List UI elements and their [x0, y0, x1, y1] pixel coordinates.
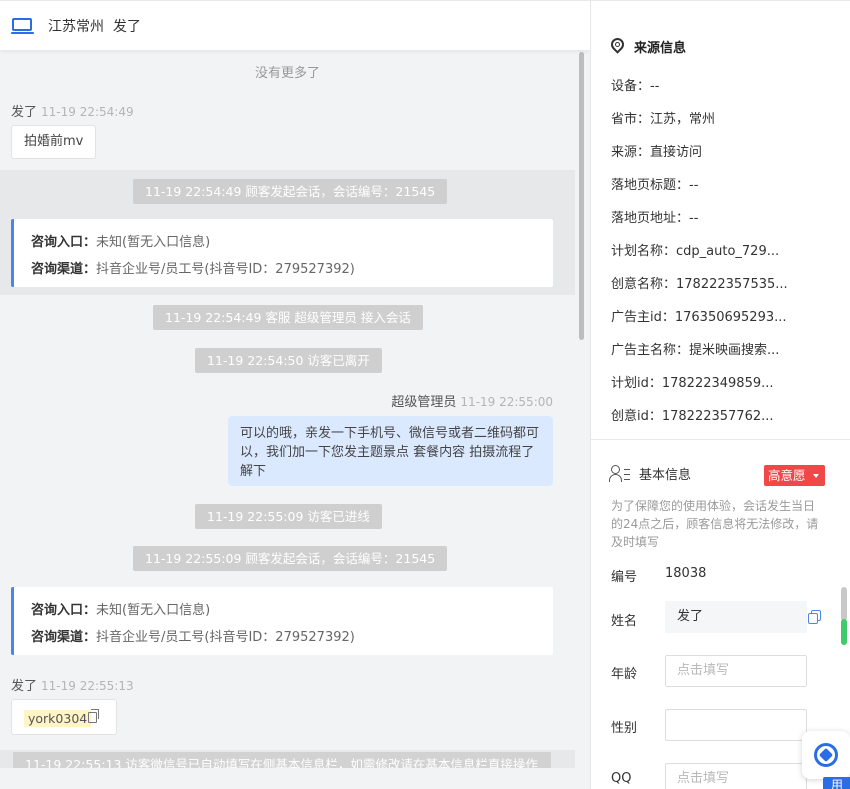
intent-level-dropdown[interactable]: 高意愿	[764, 465, 825, 486]
source-row-advertiser-name: 广告主名称：提米映画搜索...	[611, 343, 780, 358]
system-message: 11-19 22:55:09 访客已进线	[195, 504, 382, 529]
system-message: 11-19 22:54:49 顾客发起会话，会话编号：21545	[133, 179, 448, 204]
chat-header: 江苏常州 发了	[0, 0, 590, 50]
gender-label: 性别	[611, 721, 638, 736]
user-list-icon	[609, 464, 630, 483]
name-label: 姓名	[611, 614, 638, 629]
caret-down-icon	[813, 474, 819, 478]
location-pin-icon	[608, 35, 627, 55]
message-time: 11-19 22:55:00	[460, 395, 553, 409]
incoming-message[interactable]: 拍婚前mv	[11, 125, 97, 159]
age-field-placeholder: 点击填写	[677, 663, 730, 678]
sender-name: 发了	[11, 679, 38, 694]
source-row-source: 来源：直接访问	[611, 145, 703, 160]
message-meta: 发了 11-19 22:55:13	[11, 675, 134, 694]
chat-title-location: 江苏常州	[48, 18, 104, 35]
source-row-plan-name: 计划名称：cdp_auto_729...	[611, 244, 780, 259]
source-row-creative-id: 创意id：178222357762...	[611, 409, 774, 424]
edit-notice: 为了保障您的使用体验，会话发生当日的24点之后，顾客信息将无法修改，请及时填写	[611, 499, 819, 549]
chat-scrollbar-thumb[interactable]	[579, 52, 584, 340]
source-row-creative-name: 创意名称：178222357535...	[611, 277, 788, 292]
section-divider	[591, 439, 850, 440]
id-label: 编号	[611, 570, 638, 585]
qq-label: QQ	[611, 771, 632, 786]
intent-level-label: 高意愿	[768, 468, 806, 483]
copy-icon[interactable]	[808, 610, 821, 624]
name-field[interactable]: 发了	[665, 601, 807, 633]
channel-label: 咨询渠道：	[31, 262, 97, 277]
info-scrollbar-thumb[interactable]	[841, 587, 847, 621]
message-time: 11-19 22:55:13	[41, 679, 134, 693]
channel-value: 抖音企业号/员工号(抖音号ID：279527392)	[96, 262, 355, 277]
source-row-device: 设备：--	[611, 79, 660, 94]
info-scroll-indicator	[841, 619, 847, 645]
outgoing-message[interactable]: 可以的哦，亲发一下手机号、微信号或者二维码都可以，我们加一下您发主题景点 套餐内…	[228, 416, 553, 486]
copy-icon[interactable]	[88, 709, 99, 723]
floating-assistant-button[interactable]	[802, 731, 850, 779]
source-info-title-text: 来源信息	[634, 41, 687, 56]
message-meta: 发了 11-19 22:54:49	[11, 101, 134, 120]
age-field[interactable]: 点击填写	[665, 655, 807, 687]
chat-title-visitor: 发了	[112, 18, 141, 35]
message-time: 11-19 22:54:49	[41, 105, 134, 119]
source-row-plan-id: 计划id：178222349859...	[611, 376, 774, 391]
chat-title: 江苏常州 发了	[48, 16, 141, 36]
age-label: 年龄	[611, 667, 638, 682]
system-message: 11-19 22:55:09 顾客发起会话，会话编号：21545	[133, 546, 448, 571]
chat-panel: 江苏常州 发了 没有更多了 发了 11-19 22:54:49 拍婚前mv 11-…	[0, 0, 590, 789]
gender-field[interactable]	[665, 709, 807, 741]
system-message: 11-19 22:54:50 访客已离开	[195, 348, 382, 373]
system-message: 11-19 22:55:13 访客微信号已自动填写在侧基本信息栏，如需修改请在基…	[13, 752, 551, 768]
customer-info-panel: 来源信息 设备：-- 省市：江苏，常州 来源：直接访问 落地页标题：-- 落地页…	[590, 0, 850, 789]
source-info-title: 来源信息	[608, 35, 687, 56]
entry-value: 未知(暂无入口信息)	[96, 235, 211, 250]
basic-info-title-text: 基本信息	[639, 468, 692, 483]
consult-info-card: 咨询入口：未知(暂无入口信息) 咨询渠道：抖音企业号/员工号(抖音号ID：279…	[11, 219, 553, 287]
entry-label: 咨询入口：	[31, 235, 97, 250]
name-field-value: 发了	[677, 609, 704, 624]
no-more-history: 没有更多了	[254, 66, 320, 81]
source-row-landing-url: 落地页地址：--	[611, 211, 699, 226]
entry-label: 咨询入口：	[31, 603, 97, 618]
qq-field[interactable]: 点击填写	[665, 763, 807, 789]
source-row-region: 省市：江苏，常州	[611, 112, 716, 127]
consult-info-card: 咨询入口：未知(暂无入口信息) 咨询渠道：抖音企业号/员工号(抖音号ID：279…	[11, 587, 553, 655]
sender-name: 超级管理员	[391, 395, 457, 410]
basic-info-title: 基本信息	[609, 464, 692, 483]
id-value: 18038	[665, 566, 707, 581]
use-button[interactable]: 用	[823, 777, 850, 789]
wechat-id-text: york0304	[24, 710, 92, 727]
chat-bottom-edge	[0, 768, 590, 789]
source-row-advertiser-id: 广告主id：176350695293...	[611, 310, 787, 325]
incoming-message-copyable[interactable]: york0304	[11, 699, 117, 735]
entry-value: 未知(暂无入口信息)	[96, 603, 211, 618]
sender-name: 发了	[11, 105, 38, 120]
system-message: 11-19 22:54:49 客服 超级管理员 接入会话	[153, 305, 423, 330]
qq-field-placeholder: 点击填写	[677, 771, 730, 786]
message-meta: 超级管理员 11-19 22:55:00	[391, 391, 553, 410]
source-row-landing-title: 落地页标题：--	[611, 178, 699, 193]
channel-label: 咨询渠道：	[31, 630, 97, 645]
channel-value: 抖音企业号/员工号(抖音号ID：279527392)	[96, 630, 355, 645]
laptop-icon	[11, 17, 35, 35]
